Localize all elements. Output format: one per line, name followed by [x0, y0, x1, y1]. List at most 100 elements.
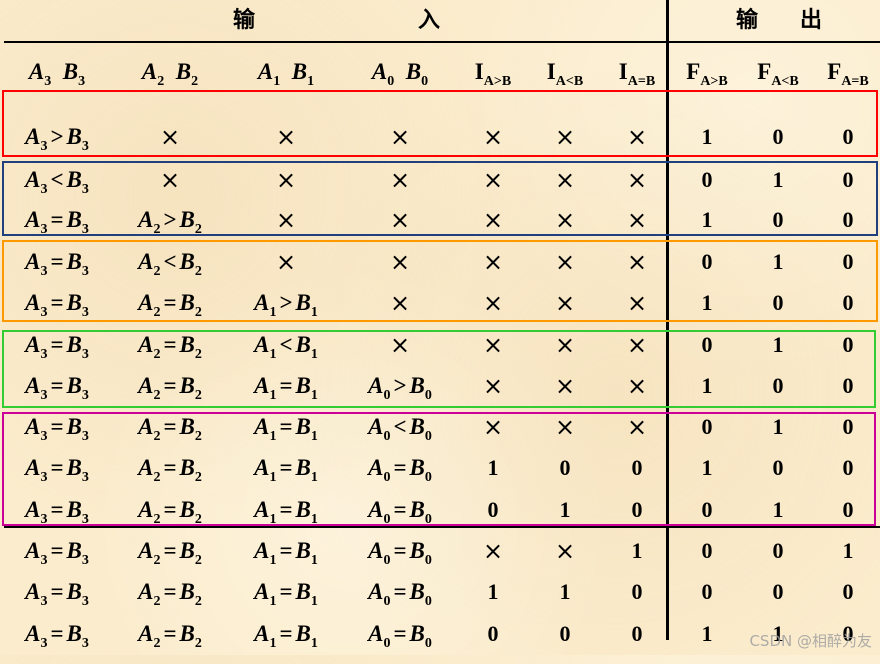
table-cell: × [159, 123, 181, 151]
table-cell: A2 = B2 [138, 290, 202, 320]
table-cell: 0 [701, 579, 713, 604]
table-cell: × [482, 372, 504, 400]
table-cell: A3 = B3 [25, 290, 89, 320]
header-var: I [618, 59, 628, 84]
table-cell: × [626, 166, 648, 194]
table-cell: A2 = B2 [138, 414, 202, 444]
table-cell: 1 [487, 579, 499, 604]
table-cell: × [389, 123, 411, 151]
table-cell: A0 = B0 [368, 497, 432, 527]
table-cell: 0 [701, 538, 713, 563]
table-cell: × [389, 331, 411, 359]
header-var: F [757, 59, 772, 84]
header-sub: A=B [841, 74, 869, 89]
table-cell: 1 [701, 455, 713, 480]
table-cell: × [554, 123, 576, 151]
table-cell: 0 [842, 207, 854, 232]
table-cell: 1 [772, 497, 784, 522]
header-var: B [175, 59, 192, 84]
table-cell: 0 [701, 497, 713, 522]
table-cell: A1 = B1 [254, 373, 318, 403]
table-cell: 0 [772, 538, 784, 563]
table-cell: 0 [487, 621, 499, 646]
table-cell: × [482, 331, 504, 359]
table-cell: × [554, 248, 576, 276]
table-cell: × [389, 166, 411, 194]
header-var: F [827, 59, 842, 84]
table-cell: A3 = B3 [25, 332, 89, 362]
header-sub: 1 [273, 74, 281, 89]
output-header-char2: 出 [800, 8, 823, 33]
table-cell: × [554, 331, 576, 359]
table-cell: × [554, 289, 576, 317]
table-cell: A3 = B3 [25, 373, 89, 403]
table-cell: A2 = B2 [138, 538, 202, 568]
table-cell: 1 [772, 249, 784, 274]
table-cell: A0 < B0 [368, 414, 432, 444]
table-cell: 0 [842, 124, 854, 149]
column-header-2: A2 B2 [115, 54, 225, 90]
table-cell: × [554, 166, 576, 194]
table-cell: × [275, 248, 297, 276]
table-cell: 0 [701, 249, 713, 274]
header-sub: 0 [387, 74, 395, 89]
table-cell: 1 [701, 621, 713, 646]
table-cell: A3 = B3 [25, 538, 89, 568]
table-cell: 0 [842, 167, 854, 192]
table-cell: A2 = B2 [138, 579, 202, 609]
watermark: CSDN @相醉为友 [749, 632, 872, 650]
header-sub: A<B [771, 74, 799, 89]
table-cell: 0 [842, 455, 854, 480]
table-cell: 0 [842, 414, 854, 439]
header-var: A [141, 59, 158, 84]
table-cell: × [482, 537, 504, 565]
table-cell: A1 = B1 [254, 621, 318, 651]
table-cell: A2 = B2 [138, 332, 202, 362]
table-cell: 0 [631, 455, 643, 480]
table-cell: 1 [487, 455, 499, 480]
column-header-1: A3 B3 [2, 54, 112, 90]
table-cell: 0 [842, 579, 854, 604]
table-cell: A2 < B2 [138, 249, 202, 279]
table-cell: A1 = B1 [254, 538, 318, 568]
table-cell: 1 [772, 414, 784, 439]
header-var: B [62, 59, 79, 84]
table-cell: × [482, 248, 504, 276]
header-var: I [474, 59, 484, 84]
table-cell: A3 = B3 [25, 497, 89, 527]
table-cell: 0 [701, 167, 713, 192]
table-cell: × [626, 413, 648, 441]
table-cell: A0 = B0 [368, 579, 432, 609]
header-sub: A>B [483, 74, 512, 89]
table-cell: 0 [772, 290, 784, 315]
table-cell: A2 = B2 [138, 455, 202, 485]
table-cell: 0 [842, 373, 854, 398]
table-cell: × [389, 289, 411, 317]
table-cell: 1 [772, 332, 784, 357]
table-cell: 0 [631, 621, 643, 646]
header-var: A [28, 59, 45, 84]
header-var: B [291, 59, 308, 84]
table-cell: × [159, 166, 181, 194]
table-cell: × [626, 123, 648, 151]
table-cell: A1 = B1 [254, 455, 318, 485]
input-header-char2: 入 [418, 8, 441, 33]
table-cell: 0 [631, 497, 643, 522]
header-sub: 2 [157, 74, 165, 89]
header-sub: 3 [44, 74, 52, 89]
table-cell: × [482, 166, 504, 194]
table-cell: A0 = B0 [368, 621, 432, 651]
header-var: A [371, 59, 388, 84]
table-cell: 0 [772, 373, 784, 398]
table-cell: A3 > B3 [25, 124, 89, 154]
table-cell: A2 = B2 [138, 497, 202, 527]
table-cell: × [275, 166, 297, 194]
table-cell: 0 [772, 124, 784, 149]
table-cell: A3 = B3 [25, 207, 89, 237]
column-header-8: FA>B [672, 54, 742, 90]
table-cell: 0 [842, 249, 854, 274]
table-cell: A3 = B3 [25, 414, 89, 444]
table-cell: × [482, 123, 504, 151]
table-cell: A3 = B3 [25, 249, 89, 279]
table-cell: 1 [701, 124, 713, 149]
